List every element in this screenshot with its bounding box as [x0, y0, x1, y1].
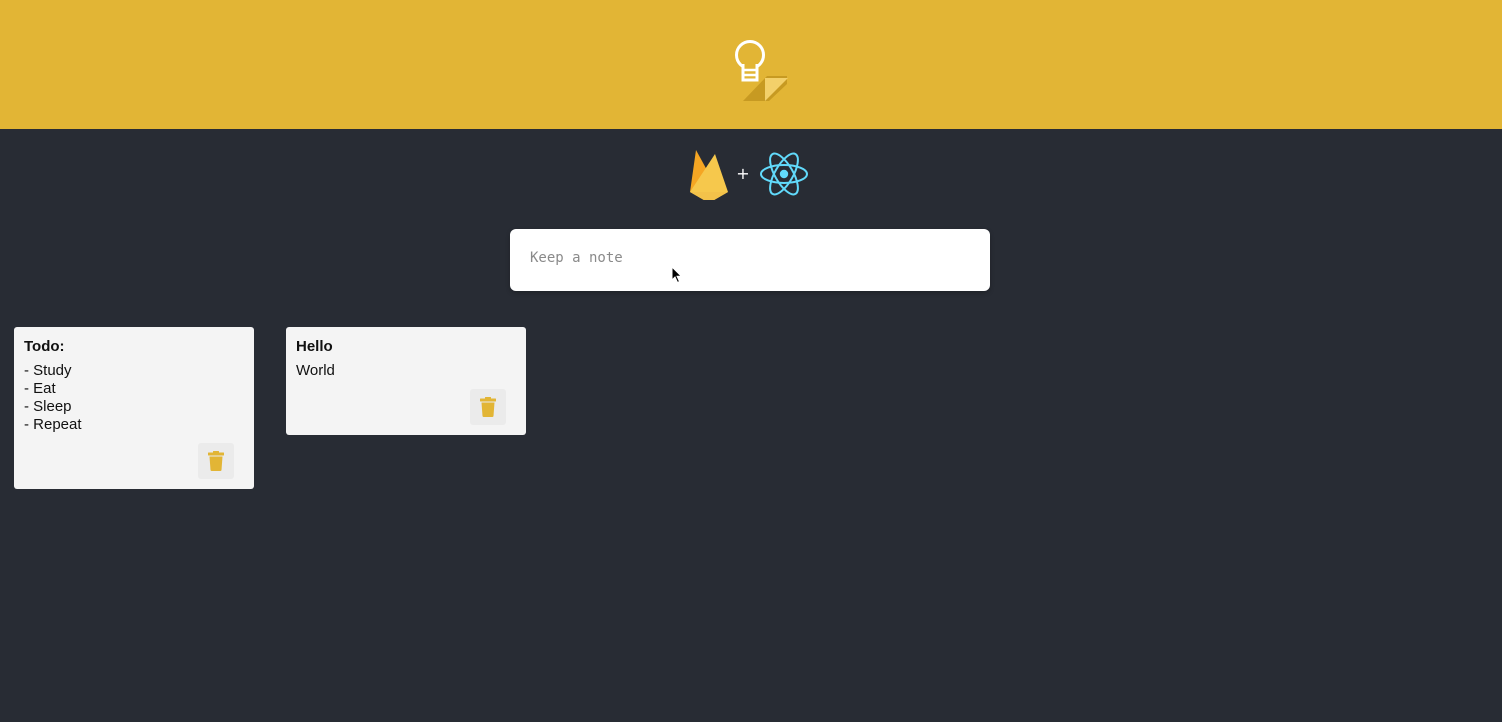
tech-stack-row: + — [0, 144, 1502, 204]
mouse-pointer-icon — [671, 266, 683, 284]
note-content: World — [296, 362, 335, 379]
react-icon — [760, 152, 808, 196]
lightbulb-sticky-note-icon — [735, 40, 788, 101]
plus-separator: + — [736, 164, 750, 183]
note-card: Hello World — [286, 327, 526, 435]
delete-note-button[interactable] — [198, 443, 234, 479]
note-input[interactable] — [510, 229, 990, 291]
firebase-icon — [690, 150, 728, 200]
note-content: - Study - Eat - Sleep - Repeat — [24, 362, 82, 433]
app-header — [0, 0, 1502, 129]
note-title: Hello — [296, 338, 333, 355]
note-input-container — [510, 229, 990, 291]
delete-note-button[interactable] — [470, 389, 506, 425]
trash-icon — [208, 451, 224, 471]
note-card: Todo: - Study - Eat - Sleep - Repeat — [14, 327, 254, 489]
trash-icon — [480, 397, 496, 417]
note-title: Todo: — [24, 338, 65, 355]
